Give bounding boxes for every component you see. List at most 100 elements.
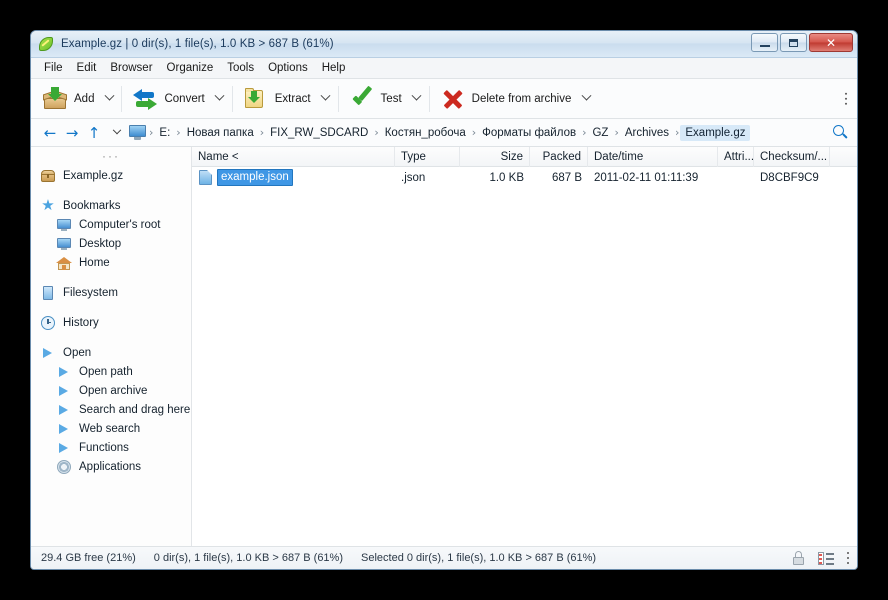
maximize-icon [789,38,798,47]
lock-icon[interactable] [792,551,805,565]
triangle-right-icon [56,421,72,437]
triangle-right-icon [56,402,72,418]
test-button[interactable]: Test [342,83,408,115]
computer-monitor-icon[interactable] [129,125,146,140]
sidebar-item-home[interactable]: Home [31,253,191,272]
triangle-right-icon [56,383,72,399]
close-icon: ✕ [825,35,837,50]
add-button[interactable]: Add [35,83,100,115]
history-dropdown-button[interactable] [109,125,125,136]
sidebar-item-functions[interactable]: Functions [31,438,191,457]
list-view-icon[interactable] [817,551,834,565]
breadcrumb-item-6[interactable]: Archives [620,125,674,141]
file-list: Name < Type Size Packed Date/time Attri.… [192,146,857,546]
convert-dropdown-button[interactable] [211,83,229,115]
status-overflow-menu[interactable] [846,551,849,565]
toolbar-group-extract: Extract [236,79,335,118]
up-button[interactable]: ↑ [83,122,105,144]
convert-button[interactable]: Convert [125,83,210,115]
sidebar-item-label: Functions [79,441,129,454]
column-header-size[interactable]: Size [460,146,530,167]
delete-x-icon [441,87,465,111]
minimize-button[interactable] [751,33,778,52]
menu-bar: File Edit Browser Organize Tools Options… [31,58,857,79]
delete-dropdown-button[interactable] [577,83,595,115]
menu-item-organize[interactable]: Organize [160,60,221,76]
menu-item-edit[interactable]: Edit [70,60,104,76]
file-name-cell[interactable]: example.json [192,169,395,186]
menu-item-tools[interactable]: Tools [220,60,261,76]
triangle-right-icon [40,345,56,361]
column-header-attributes[interactable]: Attri... [718,146,754,167]
peazip-leaf-icon [38,36,54,52]
menu-item-file[interactable]: File [37,60,70,76]
breadcrumb-item-2[interactable]: FIX_RW_SDCARD [265,125,373,141]
toolbar-group-delete: Delete from archive [433,79,596,118]
column-header-name[interactable]: Name < [192,146,395,167]
sidebar-item-filesystem[interactable]: Filesystem [31,283,191,302]
extract-button[interactable]: Extract [236,83,317,115]
sidebar-item-label: Desktop [79,237,122,250]
chevron-down-icon [104,90,115,101]
sidebar-item-history[interactable]: History [31,313,191,332]
sidebar-item-search-and-drag-here[interactable]: Search and drag here [31,400,191,419]
file-packed-cell: 687 B [551,171,582,184]
back-button[interactable]: ← [39,122,61,144]
sidebar-item-label: Web search [79,422,141,435]
breadcrumb-item-drive[interactable]: E: [154,125,175,141]
column-header-datetime[interactable]: Date/time [588,146,718,167]
sidebar-item-open-archive[interactable]: Open archive [31,381,191,400]
breadcrumb-item-5[interactable]: GZ [587,125,613,141]
delete-from-archive-label: Delete from archive [471,92,572,105]
sidebar-item-computers-root[interactable]: Computer's root [31,215,191,234]
breadcrumb-separator: › [374,126,379,139]
menu-item-help[interactable]: Help [315,60,353,76]
add-dropdown-button[interactable] [100,83,118,115]
search-icon[interactable] [829,122,851,144]
column-header-packed[interactable]: Packed [530,146,588,167]
sidebar-item-example-gz[interactable]: Example.gz [31,166,191,185]
breadcrumb-item-3[interactable]: Костян_робоча [380,125,471,141]
breadcrumb-item-current[interactable]: Example.gz [680,124,751,141]
address-bar: ← → ↑ › E: › Новая папка › FIX_RW_SDCARD… [31,119,857,147]
triangle-right-icon [56,440,72,456]
add-button-label: Add [74,92,95,105]
add-box-icon [43,86,67,111]
sidebar-collapse-handle[interactable]: ··· [31,150,191,166]
close-button[interactable]: ✕ [809,33,853,52]
application-window: Example.gz | 0 dir(s), 1 file(s), 1.0 KB… [30,30,858,570]
sidebar-item-label: Example.gz [63,169,124,182]
sidebar-item-open-path[interactable]: Open path [31,362,191,381]
chevron-down-icon [411,90,422,101]
sidebar-item-desktop[interactable]: Desktop [31,234,191,253]
home-house-icon [56,255,72,271]
toolbar-overflow-menu[interactable] [844,92,847,105]
sidebar-item-label: History [63,316,99,329]
breadcrumb-item-1[interactable]: Новая папка [182,125,259,141]
main-body: ··· Example.gz ★ Bookmarks Computer's ro… [31,146,857,546]
forward-button[interactable]: → [61,122,83,144]
sidebar-item-open[interactable]: Open [31,343,191,362]
column-header-type[interactable]: Type [395,146,460,167]
delete-from-archive-button[interactable]: Delete from archive [433,83,578,115]
extract-dropdown-button[interactable] [317,83,335,115]
sidebar-item-bookmarks[interactable]: ★ Bookmarks [31,196,191,215]
menu-item-options[interactable]: Options [261,60,315,76]
sidebar-item-label: Search and drag here [79,403,191,416]
chevron-down-icon [581,90,592,101]
column-header-checksum[interactable]: Checksum/... [754,146,830,167]
sidebar-item-label: Open path [79,365,133,378]
breadcrumb-item-4[interactable]: Форматы файлов [477,125,581,141]
file-checksum-cell: D8CBF9C9 [760,171,819,184]
sidebar-item-applications[interactable]: Applications [31,457,191,476]
file-datetime-cell: 2011-02-11 01:11:39 [594,171,699,184]
sidebar-item-label: Computer's root [79,218,161,231]
sidebar-item-web-search[interactable]: Web search [31,419,191,438]
test-dropdown-button[interactable] [408,83,426,115]
table-row[interactable]: example.json .json 1.0 KB 687 B 2011-02-… [192,167,857,188]
menu-item-browser[interactable]: Browser [103,60,159,76]
status-contents: 0 dir(s), 1 file(s), 1.0 KB > 687 B (61%… [153,552,343,564]
maximize-button[interactable] [780,33,807,52]
sidebar-item-label: Bookmarks [63,199,121,212]
